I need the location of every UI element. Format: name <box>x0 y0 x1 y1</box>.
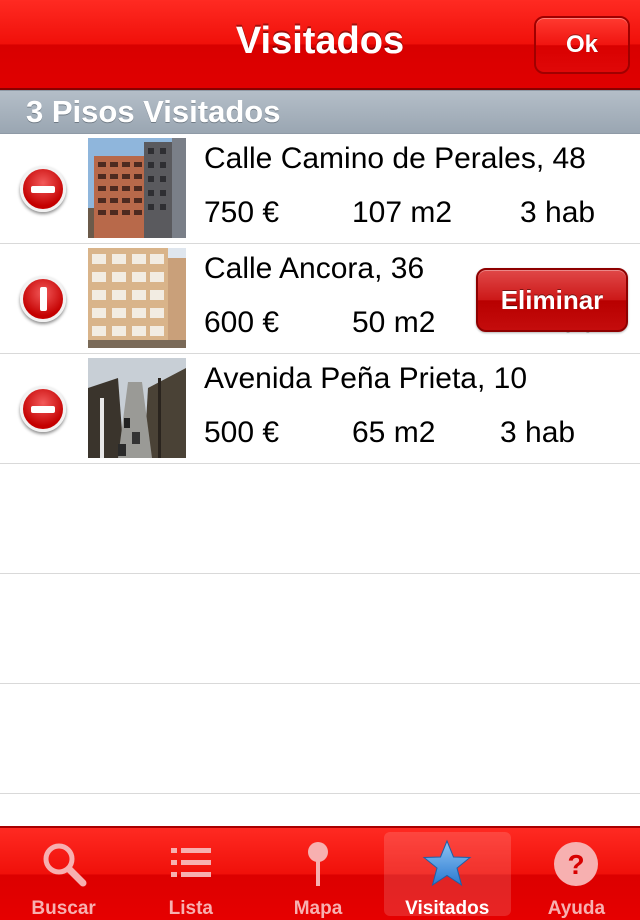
tab-lista[interactable]: Lista <box>127 828 254 920</box>
listing-price: 750 € <box>204 196 280 229</box>
tab-label: Mapa <box>293 898 343 919</box>
list-item[interactable]: Calle Camino de Perales, 48 750 € 107 m2… <box>0 134 640 244</box>
listing-area: 50 m2 <box>352 306 436 339</box>
tab-label: Visitados <box>405 898 490 919</box>
visited-list: Calle Camino de Perales, 48 750 € 107 m2… <box>0 134 640 794</box>
svg-text:?: ? <box>568 849 585 880</box>
help-icon: ? <box>554 842 599 886</box>
delete-toggle-icon[interactable] <box>20 166 66 212</box>
property-photo <box>88 248 186 348</box>
list-item[interactable]: Calle Ancora, 36 600 € 50 m2 1 hab Elimi… <box>0 244 640 354</box>
property-photo <box>88 358 186 458</box>
section-header: 3 Pisos Visitados <box>0 90 640 134</box>
listing-area: 107 m2 <box>352 196 453 229</box>
ok-button[interactable]: Ok <box>534 16 630 74</box>
tab-label: Ayuda <box>547 898 606 919</box>
property-photo <box>88 138 186 238</box>
tab-label: Lista <box>168 898 213 919</box>
empty-row <box>0 464 640 574</box>
empty-row <box>0 684 640 794</box>
tab-buscar[interactable]: Buscar <box>0 828 127 920</box>
star-icon <box>422 839 472 887</box>
tab-visitados[interactable]: Visitados <box>383 832 511 919</box>
listing-address: Calle Camino de Perales, 48 <box>204 142 586 175</box>
navigation-bar: Visitados Ok <box>0 0 640 90</box>
delete-button[interactable]: Eliminar <box>476 268 628 332</box>
listing-area: 65 m2 <box>352 416 436 449</box>
listing-address: Calle Ancora, 36 <box>204 252 425 285</box>
tab-bar: Buscar Lista Mapa Visitados ? Ayuda <box>0 826 640 920</box>
tab-mapa[interactable]: Mapa <box>254 828 381 920</box>
listing-price: 600 € <box>204 306 280 339</box>
empty-row <box>0 574 640 684</box>
delete-toggle-icon[interactable] <box>20 276 66 322</box>
listing-rooms: 3 hab <box>500 416 576 449</box>
tab-ayuda[interactable]: ? Ayuda <box>513 828 640 920</box>
delete-toggle-icon[interactable] <box>20 386 66 432</box>
search-icon <box>43 843 87 887</box>
list-icon <box>170 848 211 877</box>
listing-address: Avenida Peña Prieta, 10 <box>204 362 528 395</box>
listing-price: 500 € <box>204 416 280 449</box>
map-pin-icon <box>308 842 328 886</box>
list-item[interactable]: Avenida Peña Prieta, 10 500 € 65 m2 3 ha… <box>0 354 640 464</box>
listing-rooms: 3 hab <box>520 196 596 229</box>
tab-label: Buscar <box>31 898 96 919</box>
